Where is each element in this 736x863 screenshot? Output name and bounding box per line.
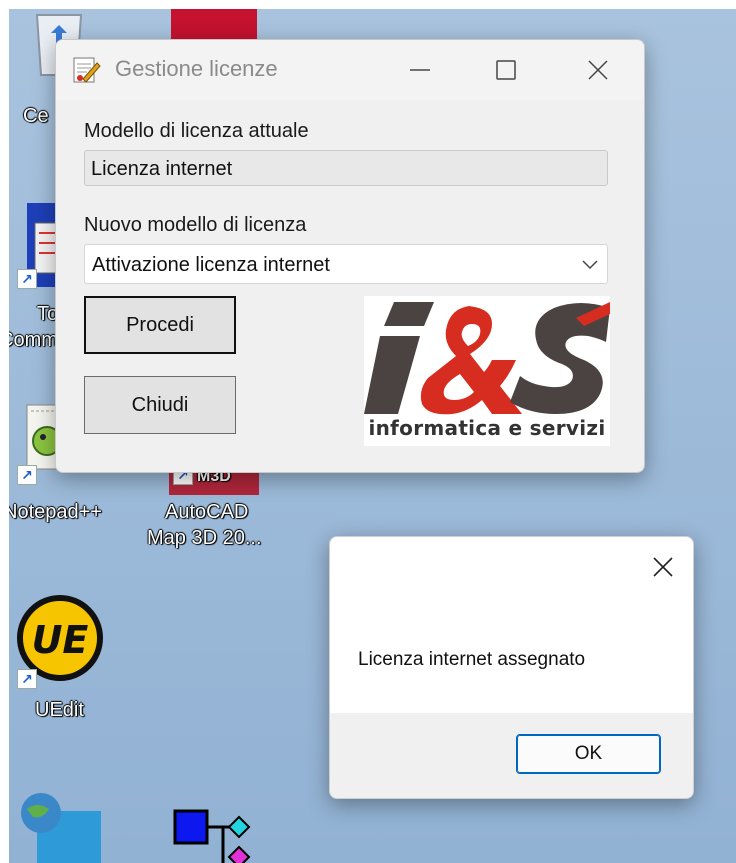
proceed-button[interactable]: Procedi <box>84 296 236 354</box>
window-title: Gestione licenze <box>115 56 278 81</box>
company-logo: informatica e servizi <box>364 296 610 446</box>
shortcut-arrow-icon: ↗ <box>17 269 37 289</box>
new-license-label: Nuovo modello di licenza <box>84 214 307 236</box>
desktop-icon-label: AutoCAD <box>165 501 249 523</box>
desktop-icon-label: Ce <box>23 105 49 127</box>
new-license-select[interactable]: Attivazione licenza internet <box>84 244 608 284</box>
close-icon[interactable] <box>574 50 622 90</box>
license-management-window: Gestione licenze Modello di licenza attu… <box>55 39 645 473</box>
app-icon <box>73 57 101 83</box>
new-license-select-value: Attivazione licenza internet <box>92 254 330 276</box>
close-button[interactable]: Chiudi <box>84 376 236 434</box>
desktop-icon-label: UEdit <box>35 699 84 721</box>
desktop-icon-label: Comm <box>9 329 58 351</box>
globe-icon[interactable] <box>17 789 107 863</box>
message-text: Licenza internet assegnato <box>358 649 586 670</box>
minimize-icon[interactable] <box>396 50 444 90</box>
maximize-icon[interactable] <box>482 50 530 90</box>
ok-button[interactable]: OK <box>516 734 661 774</box>
shortcut-arrow-icon: ↗ <box>17 669 37 689</box>
desktop-icon-label: Map 3D 20... <box>147 527 262 549</box>
current-license-label: Modello di licenza attuale <box>84 120 309 142</box>
chevron-down-icon[interactable] <box>581 257 599 273</box>
desktop-icon-label: Notepad++ <box>9 501 102 523</box>
shortcut-arrow-icon: ↗ <box>17 465 37 485</box>
current-license-field: Licenza internet <box>84 150 608 186</box>
message-dialog: Licenza internet assegnato OK <box>329 536 694 799</box>
logo-tagline: informatica e servizi <box>368 416 606 440</box>
diagram-icon[interactable] <box>169 805 269 863</box>
close-icon[interactable] <box>641 549 685 585</box>
svg-text:UE: UE <box>32 618 89 662</box>
message-footer: OK <box>330 713 693 798</box>
title-bar[interactable]: Gestione licenze <box>56 40 644 100</box>
logo-mark <box>364 302 610 415</box>
